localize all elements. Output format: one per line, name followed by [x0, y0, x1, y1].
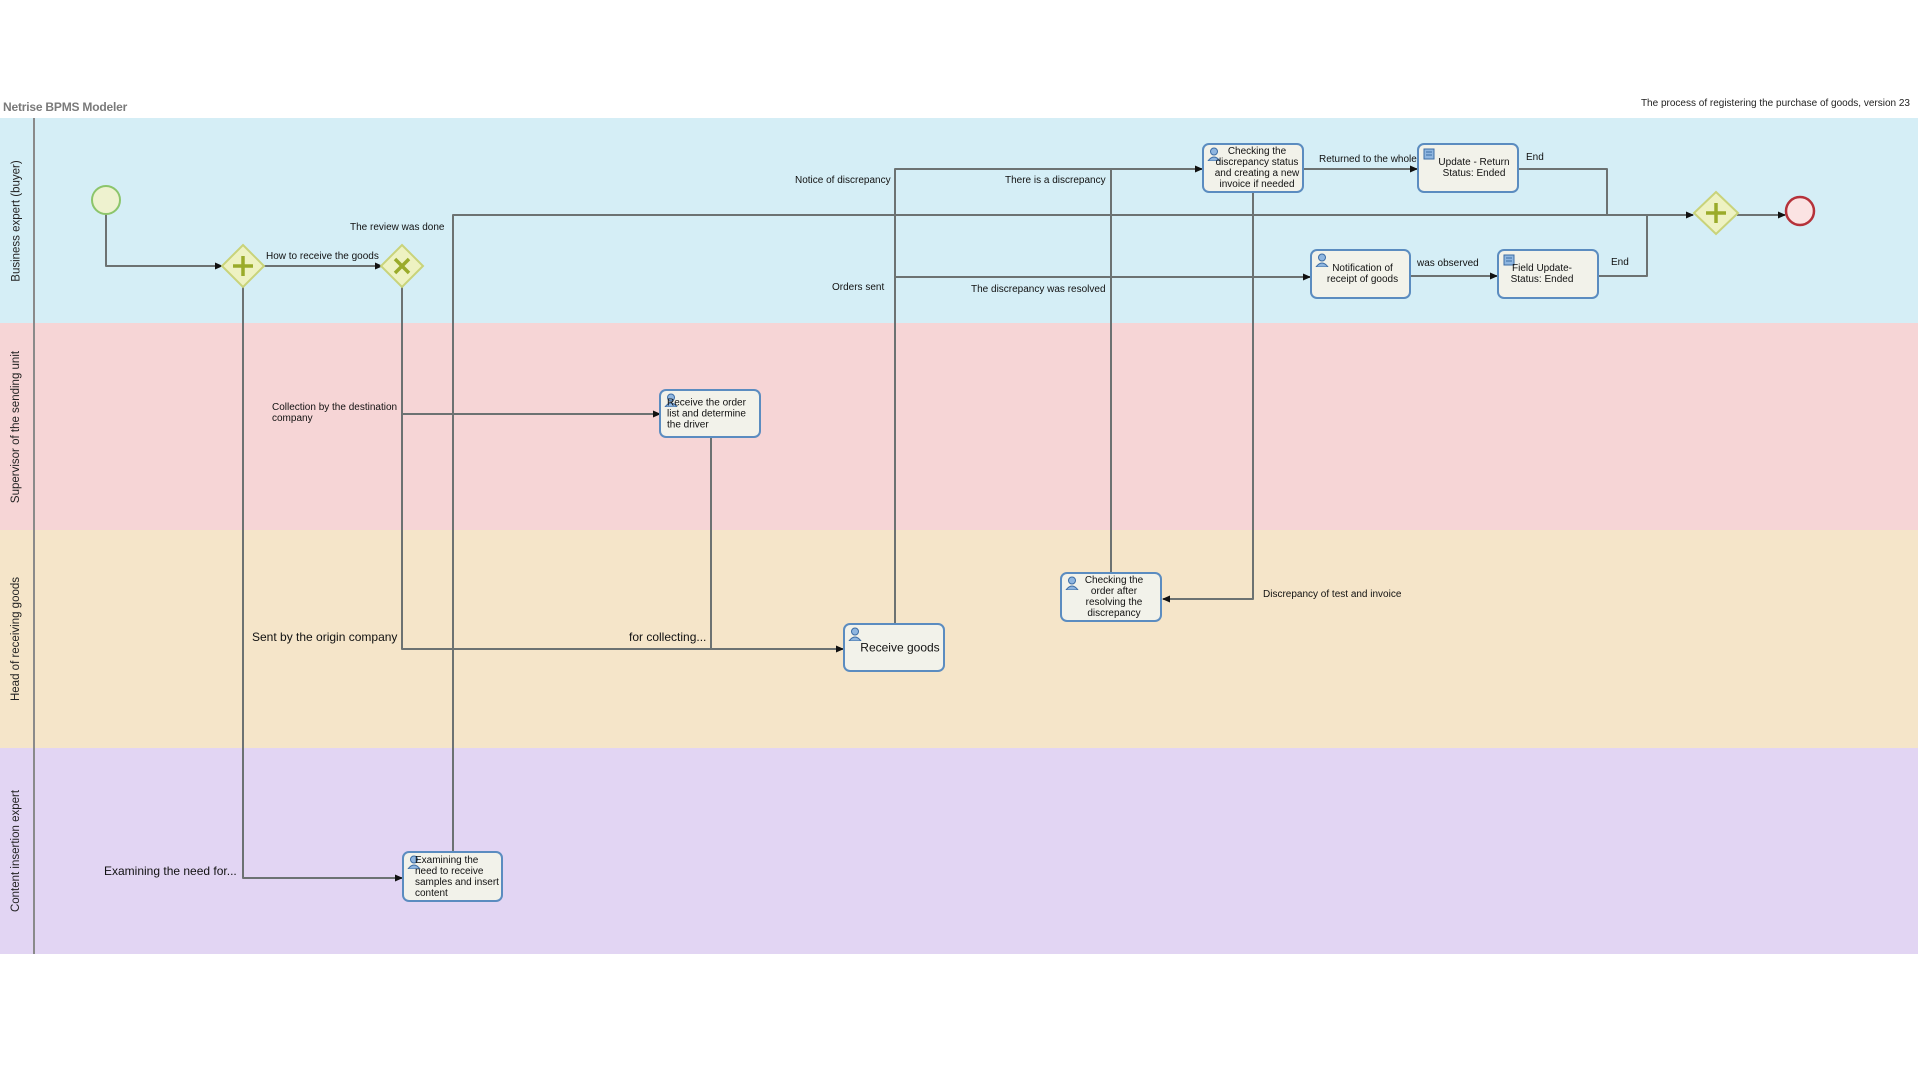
flow-label-how-to-receive: How to receive the goods [266, 251, 379, 262]
flow-label-for-collecting: for collecting... [629, 630, 707, 644]
task-examining-need[interactable]: Examining the need to receive samples an… [402, 851, 503, 902]
flow-collection-destination [401, 287, 661, 418]
task-label: Checking the discrepancy status and crea… [1214, 146, 1300, 190]
flow-label-end-1: End [1526, 152, 1544, 163]
user-task-icon [848, 627, 862, 641]
task-label: Update - Return Status: Ended [1438, 157, 1510, 179]
task-field-update[interactable]: Field Update- Status: Ended [1497, 249, 1599, 299]
task-checking-order-after[interactable]: Checking the order after resolving the d… [1060, 572, 1162, 622]
flow-label-text: Collection by the destination company [272, 402, 398, 424]
flow-label-sent-origin: Sent by the origin company [252, 630, 398, 644]
flow-label-examining-need-for: Examining the need for... [104, 864, 237, 878]
parallel-gateway-split [220, 243, 266, 289]
flow-label-there-is-discrepancy: There is a discrepancy [1005, 175, 1106, 186]
flow-to-examining [242, 287, 403, 882]
task-label: Receive the order list and determine the… [667, 397, 746, 430]
task-checking-discrepancy-status[interactable]: Checking the discrepancy status and crea… [1202, 143, 1304, 193]
task-label: Receive goods [860, 640, 940, 654]
flow-label-orders-sent: Orders sent [832, 282, 885, 293]
flow-label-review-done: The review was done [350, 222, 445, 233]
flow-label-discrepancy-resolved: The discrepancy was resolved [971, 284, 1106, 295]
task-update-return[interactable]: Update - Return Status: Ended [1417, 143, 1519, 193]
task-label: Notification of receipt of goods [1326, 263, 1399, 285]
flow-label-end-2: End [1611, 257, 1629, 268]
task-label: Field Update- Status: Ended [1510, 263, 1574, 285]
flow-end-1 [1519, 168, 1608, 215]
flow-label-discrepancy-test-invoice: Discrepancy of test and invoice [1263, 589, 1402, 600]
sequence-flows [91, 165, 1816, 882]
task-notification-receipt[interactable]: Notification of receipt of goods [1310, 249, 1411, 299]
flow-discrepancy-test-invoice [1162, 192, 1254, 603]
task-receive-order-list[interactable]: Receive the order list and determine the… [659, 389, 761, 438]
end-event [1784, 195, 1816, 227]
start-event [91, 185, 121, 215]
task-label: Checking the order after resolving the d… [1084, 575, 1144, 619]
task-receive-goods[interactable]: Receive goods [843, 623, 945, 672]
task-label: Examining the need to receive samples an… [415, 854, 499, 899]
flow-sent-origin [401, 414, 844, 653]
flow-label-collection-destination: Collection by the destination company [272, 402, 402, 424]
flow-label-was-observed: was observed [1417, 258, 1479, 269]
flow-review-done [452, 211, 1694, 852]
flow-label-returned-whole: Returned to the whole [1319, 154, 1417, 165]
flow-label-notice-discrepancy: Notice of discrepancy [795, 175, 891, 186]
parallel-gateway-join [1692, 190, 1740, 236]
exclusive-gateway [379, 243, 425, 289]
flow-start-to-split [105, 214, 223, 270]
flow-notice-discrepancy [894, 165, 1203, 624]
